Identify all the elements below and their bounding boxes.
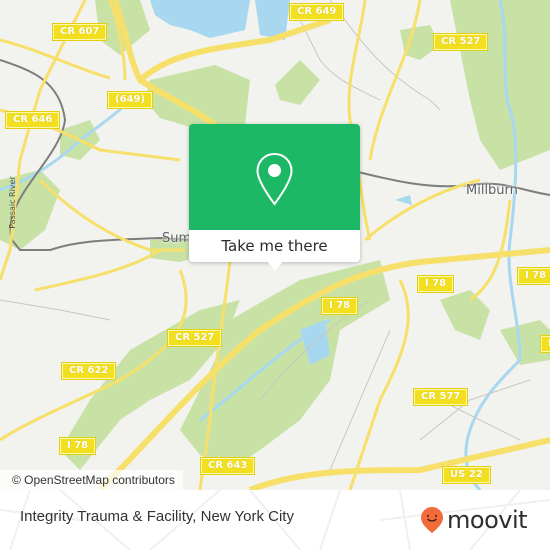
moovit-logo[interactable]: moovit: [420, 502, 528, 538]
road-label-cr-607: CR 607: [51, 23, 108, 41]
road-label-cr-649: CR 649: [288, 3, 345, 21]
road-label-i78: I 78: [416, 275, 455, 293]
popup-pointer: [267, 261, 283, 271]
moovit-pin-icon: [421, 507, 443, 533]
road-label-649: (649): [106, 91, 154, 109]
road-label-cr-646: CR 646: [4, 111, 61, 129]
place-label-passaic-river: Passaic River: [7, 176, 17, 229]
place-label-millburn: Millburn: [466, 183, 518, 198]
take-me-there-button[interactable]: Take me there: [189, 230, 360, 262]
location-popup: Take me there: [189, 124, 360, 271]
map-attribution[interactable]: © OpenStreetMap contributors: [0, 470, 183, 490]
road-label-cr-527: CR 527: [166, 329, 223, 347]
road-label-edge: I: [540, 335, 550, 353]
popup-header: [189, 124, 360, 230]
map[interactable]: CR 607 CR 649 CR 527 (649) CR 646 I 78 I…: [0, 0, 550, 490]
road-label-us-22: US 22: [442, 466, 491, 484]
road-label-cr-577: CR 577: [412, 388, 469, 406]
road-label-i78: I 78: [58, 437, 97, 455]
location-pin-icon: [256, 152, 293, 206]
place-title: Integrity Trauma & Facility, New York Ci…: [20, 508, 294, 525]
road-label-i78: I 78: [516, 267, 550, 285]
road-label-cr-527: CR 527: [432, 33, 489, 51]
moovit-wordmark: moovit: [447, 506, 528, 534]
footer: Integrity Trauma & Facility, New York Ci…: [0, 490, 550, 550]
road-label-i78: I 78: [320, 297, 359, 315]
road-label-cr-643: CR 643: [199, 457, 256, 475]
road-label-cr-622: CR 622: [60, 362, 117, 380]
